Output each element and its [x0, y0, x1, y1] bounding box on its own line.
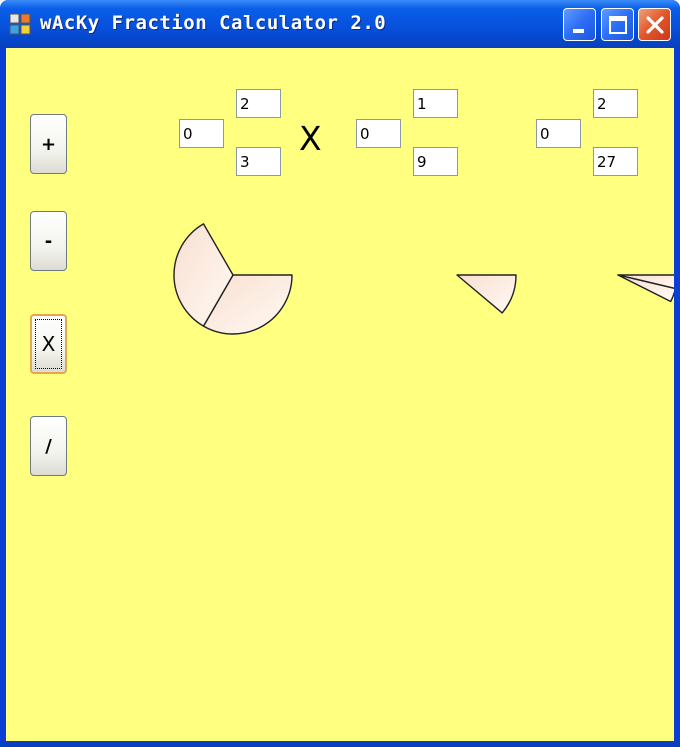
pie-wedge: [617, 274, 674, 303]
title-bar[interactable]: wAcKy Fraction Calculator 2.0: [0, 0, 680, 48]
fraction2-whole-input[interactable]: [356, 119, 401, 148]
fraction2-numerator-input[interactable]: [413, 89, 458, 118]
close-button[interactable]: [638, 8, 671, 41]
window-title: wAcKy Fraction Calculator 2.0: [40, 12, 387, 34]
maximize-button[interactable]: [601, 8, 634, 41]
result-numerator-output[interactable]: [593, 89, 638, 118]
fraction1-numerator-input[interactable]: [236, 89, 281, 118]
close-icon: [646, 16, 664, 34]
fraction-pie-charts: [173, 223, 674, 335]
divide-button[interactable]: /: [30, 416, 67, 476]
fraction2-denominator-input[interactable]: [413, 147, 458, 176]
app-window: wAcKy Fraction Calculator 2.0 + - X / X: [0, 0, 680, 747]
pie-wedge: [173, 223, 234, 327]
operator-symbol: X: [299, 119, 322, 158]
fraction1-pie: [173, 223, 293, 335]
minimize-icon: [573, 29, 584, 33]
minimize-button[interactable]: [563, 8, 596, 41]
result-denominator-output[interactable]: [593, 147, 638, 176]
result-pie: [617, 274, 674, 303]
fraction1-whole-input[interactable]: [179, 119, 224, 148]
subtract-button[interactable]: -: [30, 211, 67, 271]
window-bottom-border: [0, 741, 680, 747]
app-icon: [9, 13, 31, 35]
pie-wedge: [456, 274, 517, 314]
fraction1-denominator-input[interactable]: [236, 147, 281, 176]
multiply-button[interactable]: X: [30, 314, 67, 374]
pie-wedge: [202, 274, 293, 335]
pie-wedge: [617, 274, 674, 289]
result-whole-output[interactable]: [536, 119, 581, 148]
maximize-icon: [609, 16, 627, 34]
calculator-panel: + - X / X: [6, 48, 674, 741]
add-button[interactable]: +: [30, 114, 67, 174]
fraction2-pie: [456, 274, 517, 314]
